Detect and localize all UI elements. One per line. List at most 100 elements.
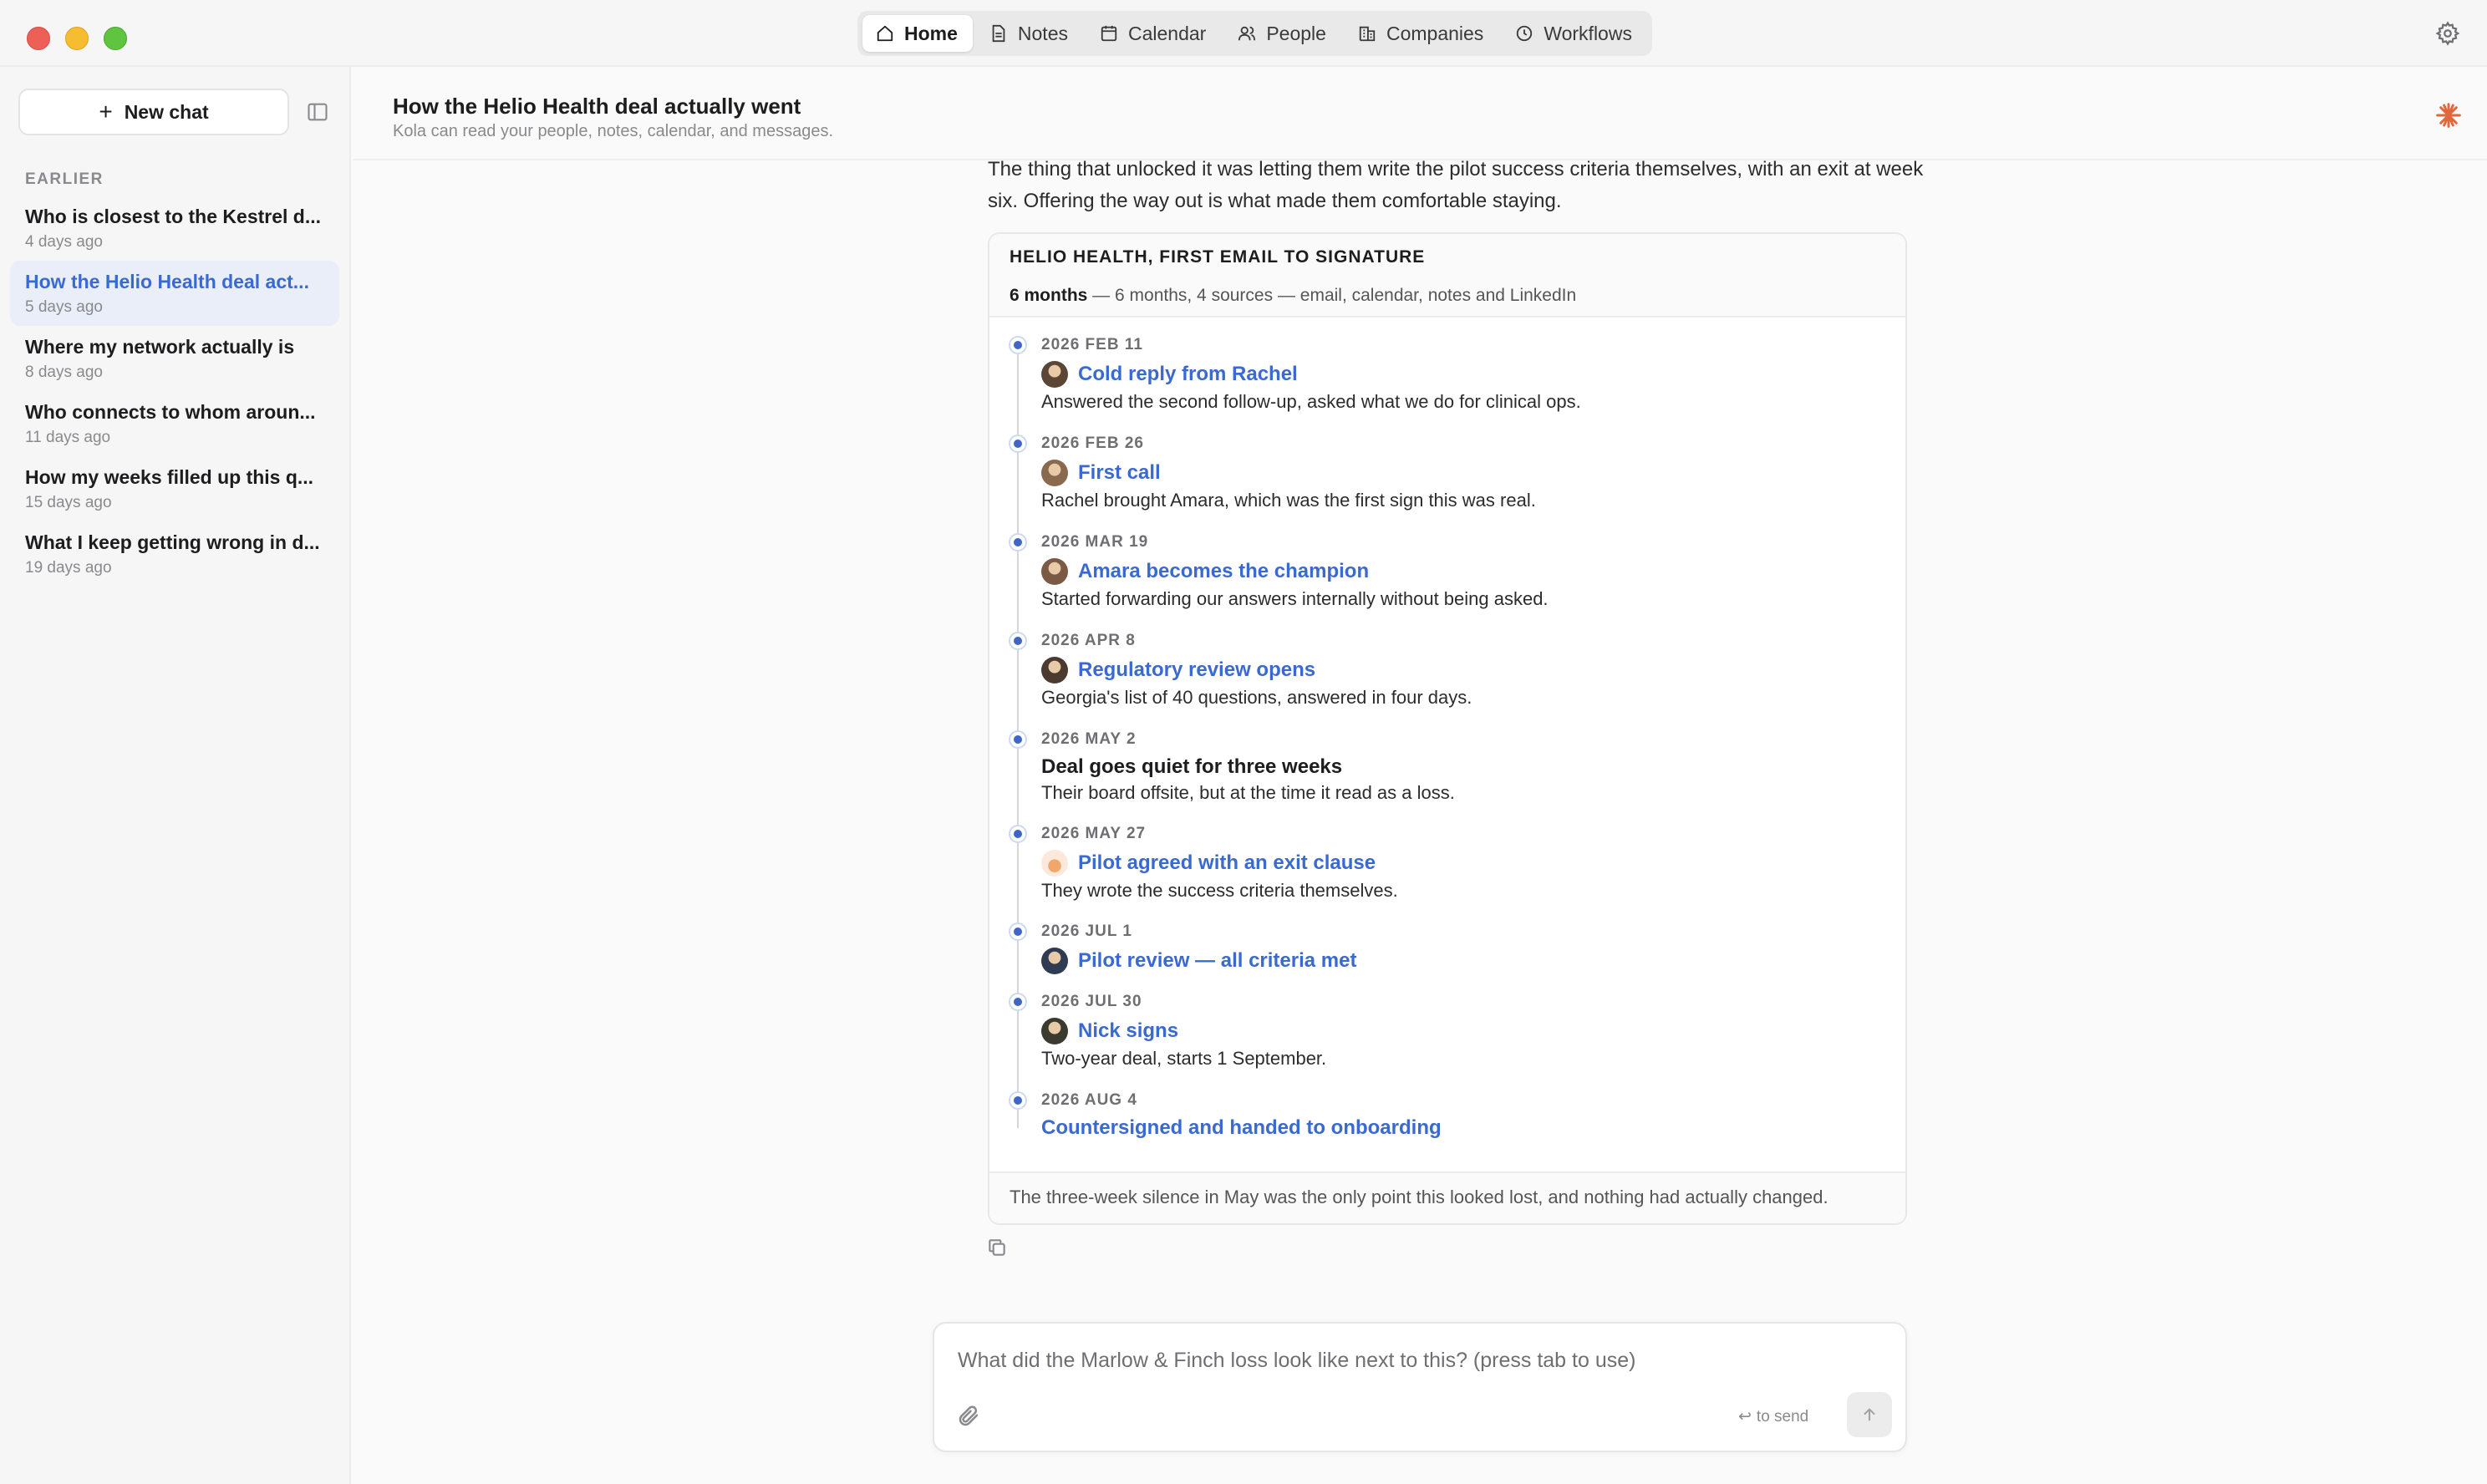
send-hint-label: to send [1756, 1407, 1809, 1426]
event-title-text: Regulatory review opens [1078, 658, 1316, 681]
timeline-card-meta: 6 months — 6 months, 4 sources — email, … [1010, 286, 1885, 306]
event-date: 2026 MAR 19 [1041, 533, 1149, 551]
event-title[interactable]: Pilot agreed with an exit clause [1041, 850, 1376, 877]
chat-title: What I keep getting wrong in d... [25, 531, 320, 553]
tab-label: Companies [1386, 22, 1484, 44]
message-input[interactable] [958, 1344, 1877, 1377]
event-title[interactable]: Amara becomes the champion [1041, 558, 1369, 585]
chat-time: 15 days ago [25, 494, 112, 511]
timeline-dot [1009, 993, 1027, 1011]
avatar [1041, 460, 1068, 486]
event-description: Two-year deal, starts 1 September. [1041, 1048, 1327, 1069]
assistant-message-text: The thing that unlocked it was letting t… [988, 158, 1924, 212]
tab-workflows[interactable]: Workflows [1502, 15, 1647, 52]
paperclip-icon[interactable] [956, 1404, 981, 1429]
chat-history-item[interactable]: Where my network actually is 8 days ago [10, 326, 339, 391]
timeline-card-footer: The three-week silence in May was the on… [989, 1171, 1905, 1223]
send-hint: ↩ to send [1738, 1407, 1808, 1426]
event-description: Started forwarding our answers internall… [1041, 588, 1549, 609]
timeline-card-title: HELIO HEALTH, FIRST EMAIL TO SIGNATURE [1010, 247, 1426, 267]
people-icon [1238, 26, 1256, 41]
event-description: Georgia's list of 40 questions, answered… [1041, 687, 1472, 708]
event-description: Their board offsite, but at the time it … [1041, 782, 1455, 803]
clock-icon [1517, 25, 1533, 42]
chat-title: Who is closest to the Kestrel d... [25, 206, 322, 227]
event-title[interactable]: Regulatory review opens [1041, 657, 1315, 684]
timeline-dot [1009, 435, 1027, 453]
timeline-duration: 6 months [1010, 286, 1088, 305]
event-title-text: Amara becomes the champion [1078, 560, 1370, 582]
close-window-button[interactable] [27, 27, 50, 50]
main-nav: Home Notes Calendar People Companies Wor… [857, 11, 1652, 56]
sparkle-icon[interactable] [2435, 102, 2462, 129]
chat-time: 8 days ago [25, 363, 103, 381]
event-title-text: Deal goes quiet for three weeks [1041, 755, 1343, 778]
minimize-window-button[interactable] [65, 27, 89, 50]
gear-icon[interactable] [2435, 21, 2460, 46]
timeline-card-header: HELIO HEALTH, FIRST EMAIL TO SIGNATURE 6… [989, 234, 1905, 318]
calendar-icon [1101, 25, 1117, 42]
chat-time: 5 days ago [25, 298, 103, 316]
event-description: They wrote the success criteria themselv… [1041, 880, 1398, 901]
chat-history-item[interactable]: How my weeks filled up this q... 15 days… [10, 456, 339, 521]
event-date: 2026 JUL 1 [1041, 922, 1132, 940]
event-title[interactable]: Cold reply from Rachel [1041, 361, 1298, 388]
event-date: 2026 JUL 30 [1041, 993, 1142, 1010]
event-title-text: Pilot agreed with an exit clause [1078, 851, 1376, 874]
chat-history-item-active[interactable]: How the Helio Health deal act... 5 days … [10, 261, 339, 326]
section-label-earlier: EARLIER [25, 170, 104, 188]
event-title[interactable]: Nick signs [1041, 1018, 1178, 1044]
event-title[interactable]: Pilot review — all criteria met [1041, 948, 1356, 974]
send-button[interactable] [1847, 1392, 1892, 1437]
tab-people[interactable]: People [1224, 15, 1341, 52]
avatar [1041, 1018, 1068, 1044]
chat-title: How my weeks filled up this q... [25, 466, 314, 488]
chat-time: 11 days ago [25, 429, 111, 446]
event-title: Deal goes quiet for three weeks [1041, 755, 1342, 779]
chat-time: 4 days ago [25, 233, 103, 251]
copy-icon[interactable] [986, 1237, 1008, 1258]
tab-calendar[interactable]: Calendar [1086, 15, 1221, 52]
event-title[interactable]: First call [1041, 460, 1161, 486]
chat-title-heading: How the Helio Health deal actually went [393, 94, 801, 119]
chat-main: How the Helio Health deal actually went … [353, 67, 2487, 1484]
event-date: 2026 MAY 2 [1041, 730, 1137, 748]
event-date: 2026 AUG 4 [1041, 1091, 1137, 1109]
chat-title: Where my network actually is [25, 336, 295, 358]
event-title-text: Countersigned and handed to onboarding [1041, 1116, 1442, 1139]
event-date: 2026 FEB 11 [1041, 336, 1143, 353]
tab-label: Calendar [1128, 22, 1207, 44]
message-composer: ↩ to send [933, 1322, 1907, 1452]
chat-history-item[interactable]: Who connects to whom aroun... 11 days ag… [10, 391, 339, 456]
chat-time: 19 days ago [25, 559, 112, 577]
sidebar: + New chat EARLIER Who is closest to the… [0, 67, 351, 1484]
avatar [1041, 657, 1068, 684]
tab-label: Notes [1017, 22, 1068, 44]
avatar [1041, 558, 1068, 585]
timeline-summary: — 6 months, 4 sources — email, calendar,… [1087, 286, 1577, 305]
tab-label: Home [904, 22, 958, 44]
timeline-dot [1009, 922, 1027, 941]
title-bar: Home Notes Calendar People Companies Wor… [0, 0, 2487, 67]
return-key-icon: ↩ [1738, 1408, 1752, 1426]
tab-label: People [1266, 22, 1326, 44]
zoom-window-button[interactable] [104, 27, 127, 50]
event-date: 2026 FEB 26 [1041, 435, 1144, 452]
avatar [1041, 948, 1068, 974]
event-title[interactable]: Countersigned and handed to onboarding [1041, 1116, 1442, 1140]
arrow-up-icon [1864, 1408, 1875, 1421]
chat-title: Who connects to whom aroun... [25, 401, 316, 423]
sidebar-toggle-icon[interactable] [306, 100, 329, 124]
chat-title: How the Helio Health deal act... [25, 271, 309, 292]
new-chat-label: New chat [124, 100, 209, 123]
chat-history-item[interactable]: Who is closest to the Kestrel d... 4 day… [10, 196, 339, 261]
new-chat-button[interactable]: + New chat [18, 89, 289, 135]
tab-companies[interactable]: Companies [1345, 15, 1498, 52]
event-description: Answered the second follow-up, asked wha… [1041, 391, 1581, 412]
home-icon [877, 25, 893, 42]
tab-home[interactable]: Home [862, 15, 973, 52]
chat-history-item[interactable]: What I keep getting wrong in d... 19 day… [10, 521, 339, 587]
tab-notes[interactable]: Notes [976, 15, 1083, 52]
timeline-dot [1009, 533, 1027, 551]
plus-icon: + [99, 99, 113, 125]
